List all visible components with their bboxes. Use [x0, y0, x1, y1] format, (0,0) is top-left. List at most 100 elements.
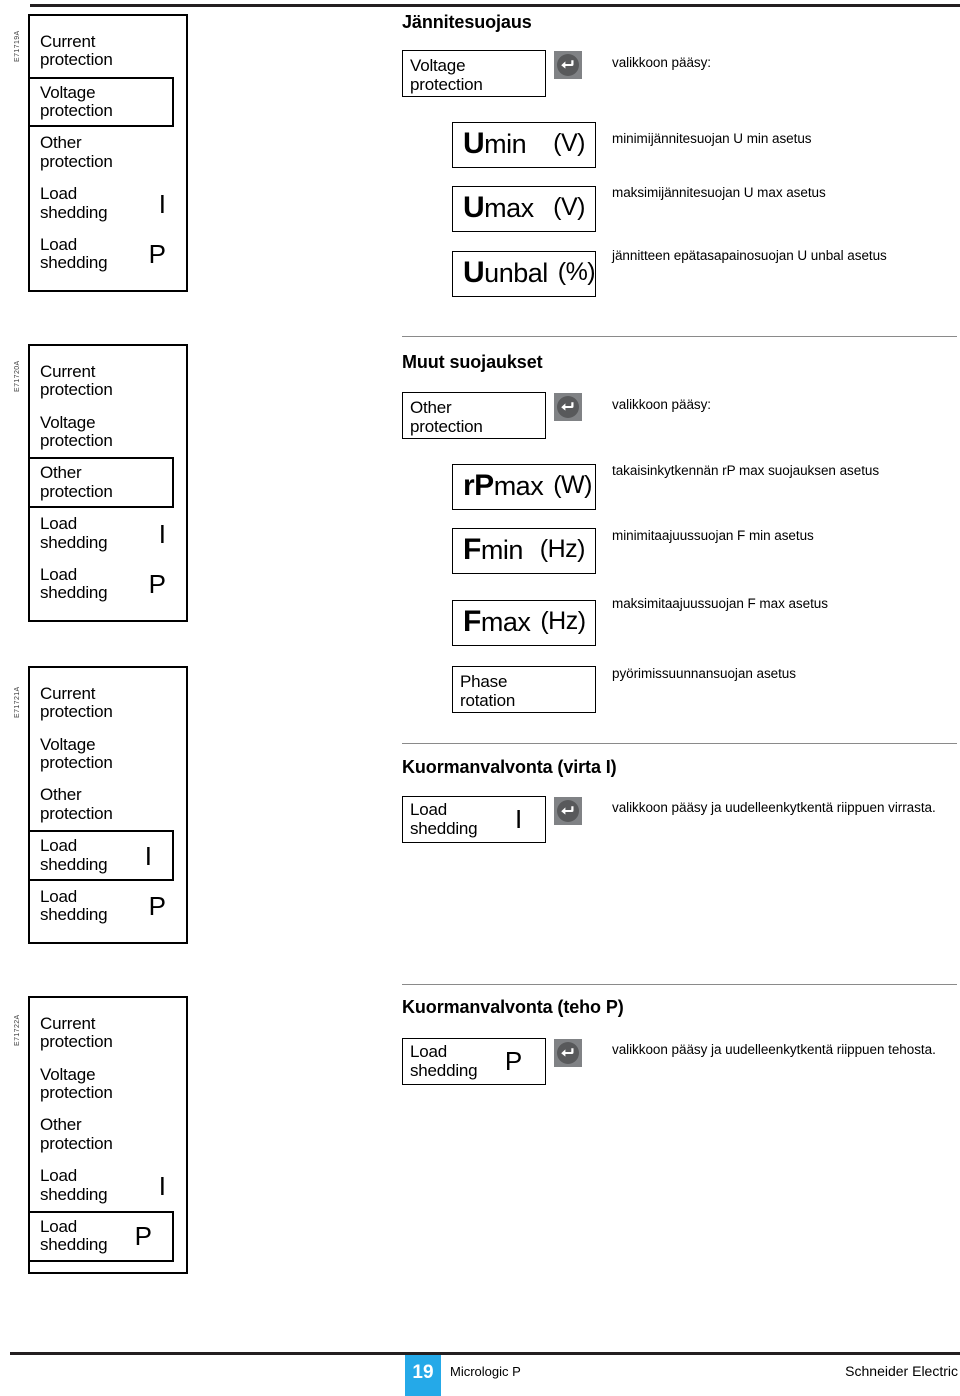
symbox-symbol-rest: unbal [484, 258, 548, 289]
enter-arrow-glyph [557, 54, 579, 76]
page-number-badge: 19 [405, 1355, 441, 1396]
page-top-rule [30, 4, 960, 7]
symbox-symbol: Uunbal [463, 255, 548, 290]
menu-item-symbol-i: I [158, 518, 166, 549]
symbox-unit: (Hz) [539, 535, 586, 564]
section-rule-4 [402, 984, 957, 985]
menu-item-label: Other protection [40, 463, 113, 501]
symbox-symbol-bold: F [463, 605, 481, 639]
description-fmin: minimitaajuussuojan F min asetus [612, 528, 814, 543]
menu-item-label: Load shedding [40, 1166, 108, 1204]
menu-item-label: Load shedding [40, 514, 108, 552]
menu-panel-1[interactable]: Current protection Voltage protection Ot… [28, 14, 188, 292]
description-umax: maksimijännitesuojan U max asetus [612, 185, 826, 200]
symbox-symbol-rest: min [484, 129, 527, 160]
menu-item-load-shedding-p[interactable]: Load shedding P [28, 229, 188, 280]
menu-item-label: Load shedding [40, 564, 108, 603]
menu-item-load-shedding-i[interactable]: Load shedding I [28, 178, 188, 229]
enter-key-icon-4[interactable] [554, 1039, 582, 1067]
enter-arrow-glyph [557, 1042, 579, 1064]
menu-item-symbol-p: P [148, 569, 166, 600]
footer-document-name: Micrologic P [450, 1364, 521, 1379]
description-access-4: valikkoon pääsy ja uudelleenkytkentä rii… [612, 1042, 936, 1057]
symbox-symbol: rPmax [463, 468, 544, 503]
description-access-1: valikkoon pääsy: [612, 55, 712, 70]
menu-item-load-shedding-i[interactable]: Load shedding I [28, 508, 188, 559]
symbox-symbol-bold: U [463, 191, 485, 225]
symbox-umax[interactable]: Umax (V) [452, 186, 596, 232]
enter-key-icon-3[interactable] [554, 797, 582, 825]
symbox-fmin[interactable]: Fmin (Hz) [452, 528, 596, 574]
menu-item-label: Voltage protection [40, 1064, 113, 1103]
menu-item-other-protection[interactable]: Other protection [28, 1109, 188, 1160]
menu-item-label: Other protection [40, 133, 113, 171]
menu-item-load-shedding-p[interactable]: Load shedding P [28, 881, 188, 932]
namebox-phase-rotation[interactable]: Phase rotation [452, 666, 596, 713]
namebox-symbol-i: I [514, 804, 522, 834]
footer-brand: Schneider Electric [845, 1363, 958, 1379]
menu-item-label: Current protection [40, 1014, 113, 1052]
symbox-rpmax[interactable]: rPmax (W) [452, 464, 596, 510]
menu-item-label: Other protection [40, 785, 113, 823]
footer-rule [10, 1352, 960, 1355]
symbox-symbol: Umin [463, 126, 527, 161]
menu-item-label: Voltage protection [40, 734, 113, 773]
namebox-label: Load shedding [410, 1041, 478, 1080]
symbox-unit: (Hz) [540, 607, 586, 636]
menu-item-voltage-protection[interactable]: Voltage protection [28, 407, 188, 458]
menu-item-load-shedding-p[interactable]: Load shedding P [28, 1210, 174, 1262]
menu-item-other-protection[interactable]: Other protection [28, 779, 188, 830]
enter-key-icon-1[interactable] [554, 51, 582, 79]
menu-item-voltage-protection[interactable]: Voltage protection [28, 76, 174, 128]
menu-item-other-protection[interactable]: Other protection [28, 457, 174, 509]
symbox-symbol: Fmax [463, 604, 531, 639]
namebox-voltage-protection[interactable]: Voltage protection [402, 50, 546, 97]
namebox-other-protection[interactable]: Other protection [402, 392, 546, 439]
menu-item-load-shedding-i[interactable]: Load shedding I [28, 1160, 188, 1211]
section-title-3: Kuormanvalvonta (virta I) [402, 757, 617, 777]
symbox-unit: (V) [553, 129, 585, 158]
enter-key-icon-2[interactable] [554, 393, 582, 421]
menu-panel-3[interactable]: Current protection Voltage protection Ot… [28, 666, 188, 944]
symbox-symbol-bold: U [463, 127, 485, 161]
symbox-fmax[interactable]: Fmax (Hz) [452, 600, 596, 646]
namebox-label: Load shedding [410, 799, 478, 838]
section-title-2: Muut suojaukset [402, 352, 543, 372]
namebox-load-shedding-p[interactable]: Load shedding P [402, 1038, 546, 1085]
namebox-load-shedding-i[interactable]: Load shedding I [402, 796, 546, 843]
menu-item-other-protection[interactable]: Other protection [28, 127, 188, 178]
menu-item-symbol-i: I [158, 188, 166, 219]
menu-item-load-shedding-i[interactable]: Load shedding I [28, 830, 174, 881]
menu-panel-2[interactable]: Current protection Voltage protection Ot… [28, 344, 188, 622]
section-title-4: Kuormanvalvonta (teho P) [402, 997, 624, 1017]
menu-item-current-protection[interactable]: Current protection [28, 356, 188, 407]
menu-item-label: Load shedding [40, 184, 108, 222]
section-rule-2 [402, 336, 957, 337]
description-rpmax: takaisinkytkennän rP max suojauksen aset… [612, 463, 880, 478]
menu-item-current-protection[interactable]: Current protection [28, 678, 188, 729]
menu-item-load-shedding-p[interactable]: Load shedding P [28, 559, 188, 610]
menu-item-current-protection[interactable]: Current protection [28, 1008, 188, 1059]
symbox-unit: (%) [557, 258, 596, 287]
menu-item-voltage-protection[interactable]: Voltage protection [28, 729, 188, 780]
namebox-symbol-p: P [504, 1046, 522, 1076]
menu-item-label: Voltage protection [40, 412, 113, 451]
menu-item-label: Other protection [40, 1115, 113, 1153]
description-access-2: valikkoon pääsy: [612, 397, 712, 412]
reference-code-1: E71719A [14, 30, 21, 62]
description-access-3: valikkoon pääsy ja uudelleenkytkentä rii… [612, 800, 936, 815]
enter-arrow-glyph [557, 396, 579, 418]
menu-item-label: Current protection [40, 684, 113, 722]
symbox-symbol-rest: max [480, 607, 531, 638]
symbox-symbol-rest: max [493, 471, 544, 502]
description-umin: minimijännitesuojan U min asetus [612, 131, 812, 146]
menu-item-current-protection[interactable]: Current protection [28, 26, 188, 77]
menu-panel-4[interactable]: Current protection Voltage protection Ot… [28, 996, 188, 1274]
menu-item-voltage-protection[interactable]: Voltage protection [28, 1059, 188, 1110]
symbox-symbol-bold: rP [463, 469, 494, 503]
symbox-umin[interactable]: Umin (V) [452, 122, 596, 168]
symbox-uunbal[interactable]: Uunbal (%) [452, 251, 596, 297]
enter-arrow-glyph [557, 800, 579, 822]
menu-item-symbol-i: I [158, 1170, 166, 1201]
reference-code-3: E71721A [14, 686, 21, 718]
